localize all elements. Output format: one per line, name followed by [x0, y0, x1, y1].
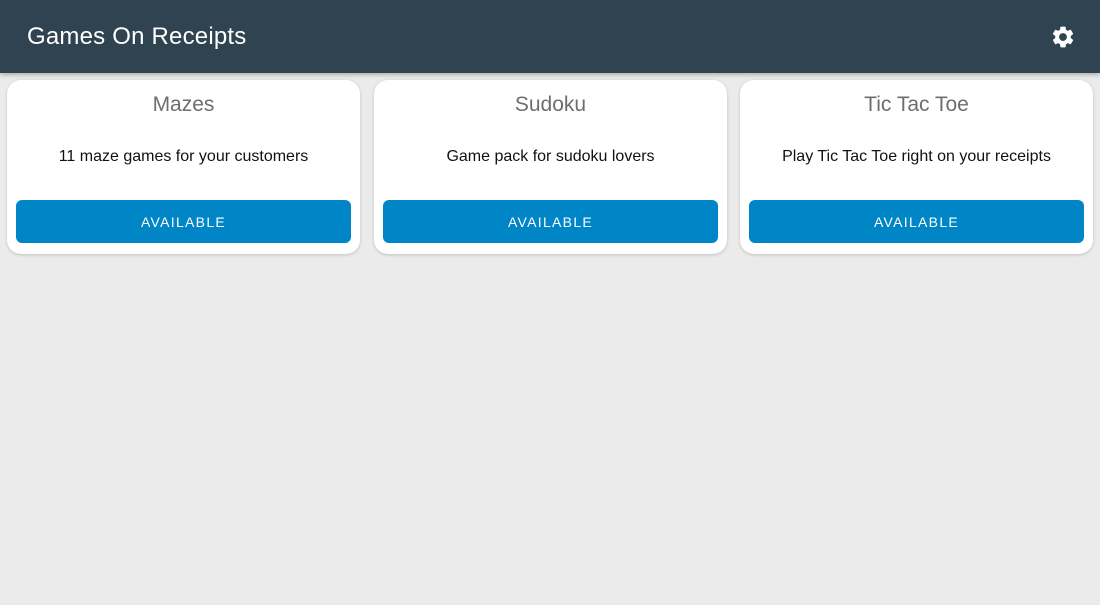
card-description: Play Tic Tac Toe right on your receipts	[782, 148, 1051, 165]
card-title: Tic Tac Toe	[864, 93, 969, 116]
game-card-tic-tac-toe: Tic Tac Toe Play Tic Tac Toe right on yo…	[740, 80, 1093, 254]
card-description: 11 maze games for your customers	[58, 148, 309, 165]
game-card-list: Mazes 11 maze games for your customers A…	[7, 80, 1094, 254]
mazes-available-button[interactable]: AVAILABLE	[16, 200, 351, 243]
app-bar: Games On Receipts	[0, 0, 1100, 73]
app-title: Games On Receipts	[27, 23, 247, 50]
gear-icon	[1052, 26, 1074, 48]
game-card-sudoku: Sudoku Game pack for sudoku lovers AVAIL…	[374, 80, 727, 254]
sudoku-available-button[interactable]: AVAILABLE	[383, 200, 718, 243]
card-title: Sudoku	[514, 93, 587, 116]
card-description: Game pack for sudoku lovers	[446, 148, 655, 165]
settings-button[interactable]	[1048, 22, 1078, 52]
card-title: Mazes	[152, 93, 215, 116]
game-card-mazes: Mazes 11 maze games for your customers A…	[7, 80, 360, 254]
tic-tac-toe-available-button[interactable]: AVAILABLE	[749, 200, 1084, 243]
